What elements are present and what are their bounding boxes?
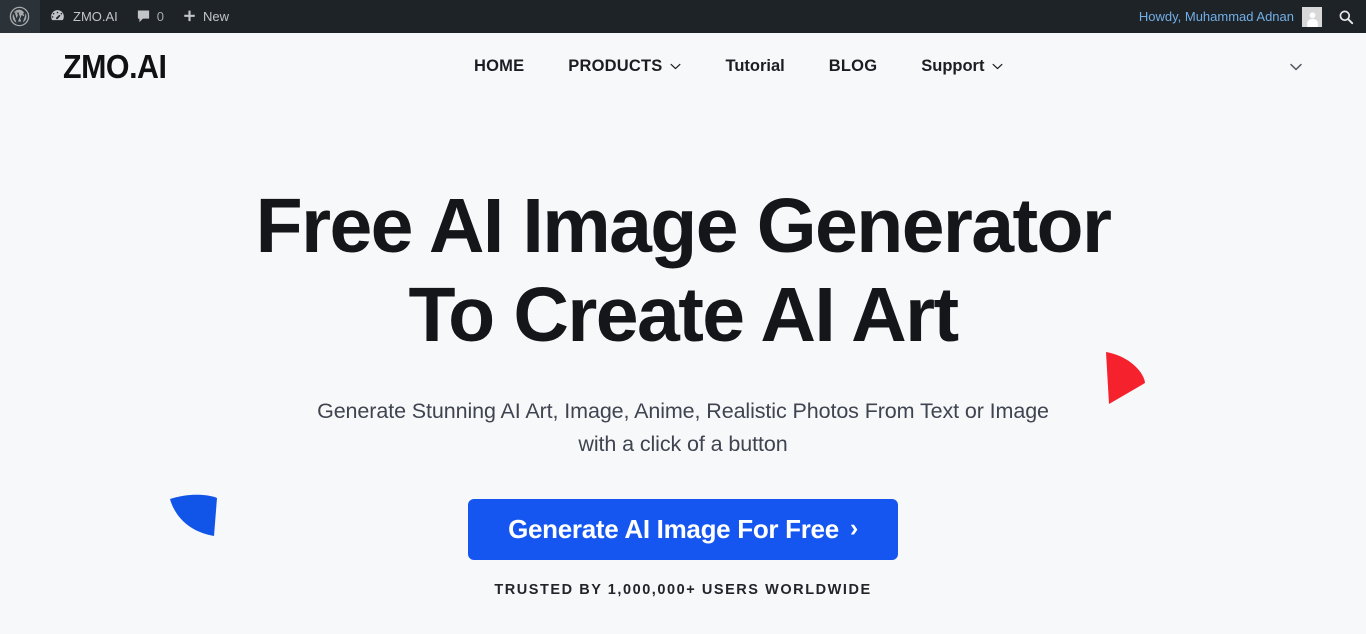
nav-item-blog-label: BLOG bbox=[828, 57, 878, 75]
wordpress-logo-icon bbox=[9, 6, 30, 27]
admin-bar-right-group: Howdy, Muhammad Adnan bbox=[1130, 0, 1366, 33]
hero-content: Free AI Image Generator To Create AI Art… bbox=[0, 100, 1366, 598]
nav-item-home-label: HOME bbox=[473, 57, 525, 75]
admin-bar-comments[interactable]: 0 bbox=[127, 0, 173, 33]
plus-icon bbox=[182, 9, 197, 24]
site-logo[interactable]: ZMO.AI bbox=[63, 48, 167, 86]
hero-section: Free AI Image Generator To Create AI Art… bbox=[0, 100, 1366, 634]
headline-line-2: To Create AI Art bbox=[408, 272, 959, 359]
nav-item-products-label: PRODUCTS bbox=[568, 57, 663, 75]
trusted-by-text: TRUSTED BY 1,000,000+ USERS WORLDWIDE bbox=[494, 582, 872, 599]
nav-item-tutorial-label: Tutorial bbox=[725, 57, 785, 75]
hero-subheading: Generate Stunning AI Art, Image, Anime, … bbox=[0, 395, 1366, 463]
subheading-line-1: Generate Stunning AI Art, Image, Anime, … bbox=[317, 398, 1049, 423]
admin-bar-my-account[interactable]: Howdy, Muhammad Adnan bbox=[1130, 0, 1328, 33]
search-icon bbox=[1338, 9, 1354, 25]
wordpress-admin-bar: ZMO.AI 0 New Howdy, Muhammad Adnan bbox=[0, 0, 1366, 33]
dashboard-icon bbox=[49, 8, 66, 25]
admin-bar-new-content[interactable]: New bbox=[173, 0, 238, 33]
admin-bar-search[interactable] bbox=[1328, 0, 1366, 33]
chevron-down-icon bbox=[1290, 63, 1302, 71]
admin-bar-site-name-label: ZMO.AI bbox=[73, 9, 118, 24]
howdy-label: Howdy, Muhammad Adnan bbox=[1138, 9, 1294, 24]
nav-item-support[interactable]: Support bbox=[899, 51, 1025, 82]
nav-item-support-label: Support bbox=[921, 57, 985, 75]
chevron-down-icon bbox=[992, 63, 1003, 70]
comment-count: 0 bbox=[156, 9, 165, 24]
subheading-line-2: with a click of a button bbox=[578, 432, 788, 457]
nav-item-blog[interactable]: BLOG bbox=[807, 51, 899, 82]
header-dropdown-toggle[interactable] bbox=[1276, 53, 1316, 81]
page-title: Free AI Image Generator To Create AI Art bbox=[183, 182, 1183, 361]
chevron-down-icon bbox=[670, 63, 681, 70]
wordpress-logo-menu[interactable] bbox=[0, 0, 40, 33]
generate-ai-image-button[interactable]: Generate AI Image For Free › bbox=[468, 499, 898, 561]
avatar bbox=[1302, 6, 1322, 27]
admin-bar-left-group: ZMO.AI 0 New bbox=[0, 0, 238, 33]
comment-bubble-icon bbox=[136, 9, 151, 24]
header-right-group bbox=[1276, 53, 1326, 81]
chevron-right-icon: › bbox=[849, 513, 858, 542]
nav-item-home[interactable]: HOME bbox=[452, 51, 546, 82]
nav-item-tutorial[interactable]: Tutorial bbox=[703, 51, 806, 82]
generate-ai-image-button-label: Generate AI Image For Free bbox=[508, 514, 839, 545]
cta-container: Generate AI Image For Free › bbox=[0, 499, 1366, 561]
headline-line-1: Free AI Image Generator bbox=[255, 183, 1112, 269]
site-header: ZMO.AI HOME PRODUCTS Tutorial BLOG Suppo… bbox=[0, 33, 1366, 100]
new-content-label: New bbox=[203, 9, 230, 24]
admin-bar-site-name[interactable]: ZMO.AI bbox=[40, 0, 127, 33]
nav-item-products[interactable]: PRODUCTS bbox=[546, 51, 703, 82]
primary-navigation: HOME PRODUCTS Tutorial BLOG Support bbox=[426, 51, 1026, 82]
